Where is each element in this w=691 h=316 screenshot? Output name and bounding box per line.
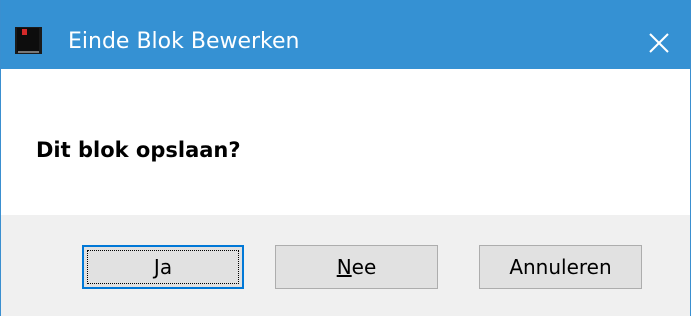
title-bar[interactable]: Einde Blok Bewerken	[1, 0, 690, 69]
dialog-window: Einde Blok Bewerken Dit blok opslaan? Ja…	[0, 0, 691, 316]
yes-button-label: a	[159, 255, 173, 279]
no-button-label: ee	[351, 255, 377, 279]
cancel-button[interactable]: Annuleren	[479, 245, 642, 289]
book-icon	[15, 27, 42, 54]
close-button[interactable]	[637, 25, 681, 61]
button-bar: Ja Nee Annuleren	[1, 215, 690, 316]
no-button[interactable]: Nee	[275, 245, 438, 289]
dialog-content: Dit blok opslaan?	[1, 69, 690, 215]
close-icon	[649, 33, 669, 53]
no-button-mnemonic: N	[336, 255, 352, 279]
dialog-message: Dit blok opslaan?	[36, 138, 241, 162]
window-title: Einde Blok Bewerken	[68, 29, 300, 54]
cancel-button-label: Annuleren	[509, 255, 612, 279]
yes-button[interactable]: Ja	[82, 245, 244, 289]
